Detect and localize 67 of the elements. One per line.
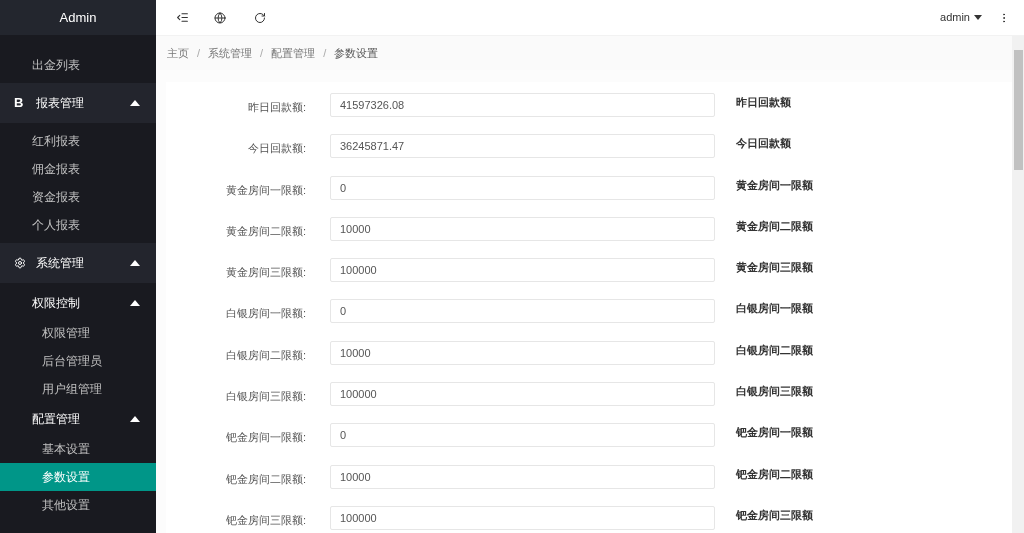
sidebar-item[interactable]: 其他设置 (0, 491, 156, 519)
sidebar-item[interactable]: 红利报表 (0, 127, 156, 155)
sidebar-item[interactable]: 后台管理员 (0, 347, 156, 375)
breadcrumb-link[interactable]: 配置管理 (271, 44, 316, 62)
globe-icon[interactable] (214, 11, 226, 24)
field-hint: 钯金房间二限额 (736, 466, 813, 482)
field-label: 白银房间三限额: (224, 389, 306, 405)
field-label: 黄金房间一限额: (224, 182, 306, 198)
input-field[interactable]: 0 (330, 299, 715, 324)
field-label: 钯金房间三限额: (224, 512, 306, 528)
input-field[interactable]: 41597326.08 (330, 93, 715, 117)
breadcrumb-link[interactable]: 系统管理 (208, 44, 253, 62)
sidebar-item[interactable]: 用户组管理 (0, 375, 156, 403)
sidebar-title: Admin (0, 0, 156, 35)
breadcrumb-separator: / (260, 45, 264, 61)
field-hint: 今日回款额 (736, 136, 791, 152)
sidebar-item[interactable]: 基本设置 (0, 435, 156, 463)
field-hint: 钯金房间三限额 (736, 507, 813, 523)
breadcrumb-link[interactable]: 主页 (167, 44, 189, 62)
gear-icon (14, 257, 26, 269)
field-hint: 钯金房间一限额 (736, 425, 813, 441)
input-field[interactable]: 100000 (330, 258, 715, 283)
field-label: 黄金房间三限额: (224, 265, 306, 281)
sidebar-item[interactable]: 出金列表 (0, 51, 156, 79)
menu-icon[interactable] (176, 11, 189, 24)
sidebar-item[interactable]: 个人报表 (0, 211, 156, 239)
sidebar-item[interactable]: 佣金报表 (0, 155, 156, 183)
input-field[interactable]: 10000 (330, 340, 715, 365)
field-label: 今日回款额: (246, 141, 306, 157)
caret-icon (130, 260, 140, 266)
sidebar-group[interactable]: B 报表管理 (0, 83, 156, 123)
field-label: 白银房间二限额: (224, 347, 306, 363)
input-field[interactable]: 0 (330, 175, 715, 200)
field-hint: 白银房间二限额 (736, 342, 813, 358)
caret-icon (130, 416, 140, 422)
breadcrumb-separator: / (323, 45, 327, 61)
refresh-icon[interactable] (254, 11, 266, 24)
input-field[interactable]: 100000 (330, 505, 715, 530)
input-field[interactable]: 0 (330, 423, 715, 448)
field-hint: 昨日回款额 (736, 95, 791, 110)
breadcrumb-link[interactable]: 参数设置 (334, 44, 379, 62)
field-hint: 黄金房间一限额 (736, 177, 813, 193)
sidebar-item[interactable]: 参数设置 (0, 463, 156, 491)
input-field[interactable]: 10000 (330, 464, 715, 489)
field-label: 昨日回款额: (246, 100, 306, 115)
field-hint: 白银房间一限额 (736, 301, 813, 317)
input-field[interactable]: 100000 (330, 382, 715, 407)
field-hint: 黄金房间三限额 (736, 260, 813, 276)
caret-icon (130, 300, 140, 306)
caret-icon (974, 15, 982, 20)
field-hint: 黄金房间二限额 (736, 218, 813, 234)
user-menu[interactable]: admin (940, 9, 982, 26)
sidebar-group[interactable]: 系统管理 (0, 243, 156, 283)
caret-icon (130, 100, 140, 106)
field-label: 白银房间一限额: (224, 306, 306, 322)
sidebar-item[interactable]: 权限管理 (0, 319, 156, 347)
sidebar-group[interactable]: 配置管理 (0, 403, 156, 435)
sidebar-group[interactable]: 权限控制 (0, 287, 156, 319)
sidebar-item[interactable]: 资金报表 (0, 183, 156, 211)
field-hint: 白银房间三限额 (736, 384, 813, 400)
field-label: 黄金房间二限额: (224, 223, 306, 239)
field-label: 钯金房间一限额: (224, 430, 306, 446)
field-label: 钯金房间二限额: (224, 471, 306, 487)
b-icon: B (14, 93, 26, 113)
breadcrumb-separator: / (197, 45, 201, 61)
input-field[interactable]: 10000 (330, 216, 715, 241)
input-field[interactable]: 36245871.47 (330, 134, 715, 159)
